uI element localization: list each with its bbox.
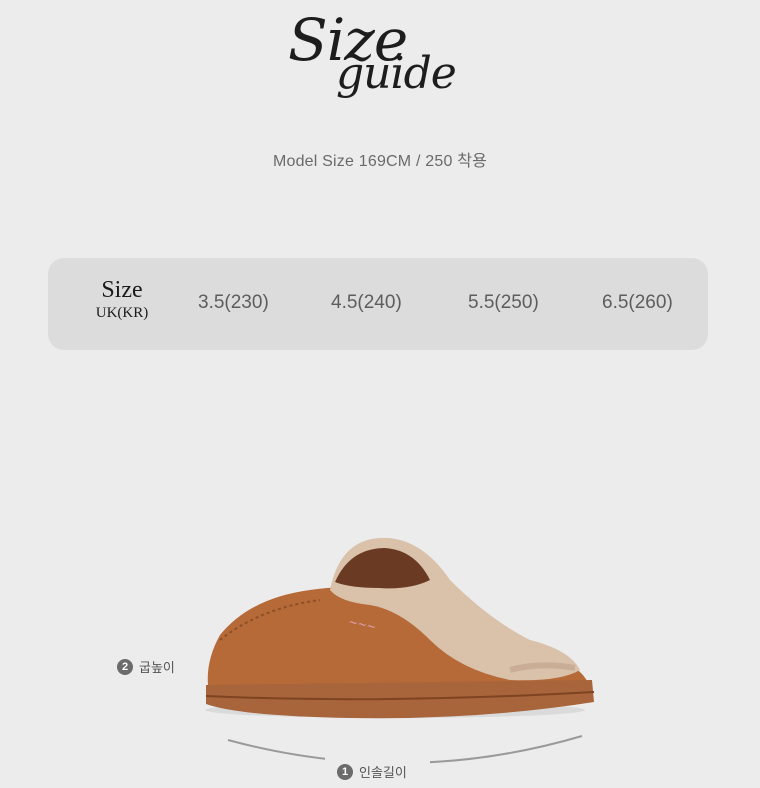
size-table-header: Size UK(KR) [92,276,152,322]
size-option: 6.5(260) [602,292,673,313]
size-label: Size [101,277,143,303]
size-option: 4.5(240) [331,292,402,313]
number-badge: 1 [337,763,353,780]
size-guide-title: Size guide [0,0,760,130]
measure-insole-length: 1 인솔길이 [337,762,407,781]
number-badge: 2 [117,658,133,675]
size-unit-label: UK(KR) [95,305,149,321]
size-option: 5.5(250) [468,292,539,313]
measure-heel-height: 2 굽높이 [117,657,175,676]
model-size-text: Model Size 169CM / 250 착용 [272,153,488,170]
slipper-image: ~~~ [205,537,595,719]
measure-label-text: 인솔길이 [359,765,407,780]
measure-label-text: 굽높이 [139,660,175,675]
title-guide-word: guide [336,48,457,99]
size-table: Size UK(KR) 3.5(230) 4.5(240) 5.5(250) 6… [48,258,708,350]
size-option: 3.5(230) [198,292,269,313]
